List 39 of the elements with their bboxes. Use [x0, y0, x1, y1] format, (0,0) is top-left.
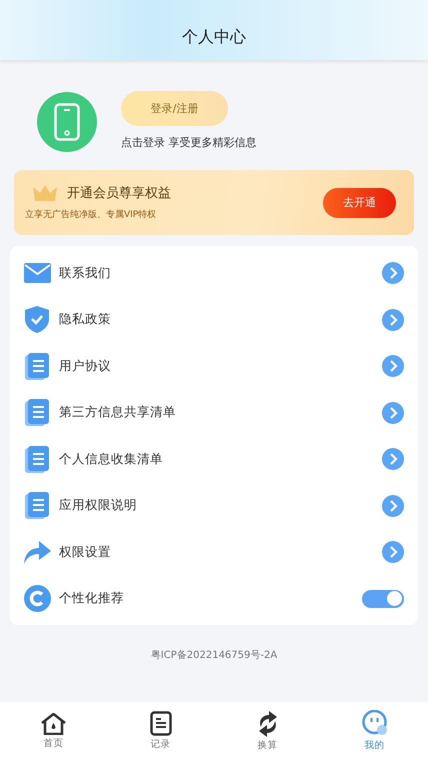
home-icon: [41, 712, 66, 734]
menu-item-label[interactable]: 应用权限说明: [59, 497, 382, 514]
envelope-icon: [24, 263, 50, 284]
chevron-icon[interactable]: [382, 494, 404, 517]
menu-item-label[interactable]: 联系我们: [59, 264, 382, 282]
menu-item-label[interactable]: 个人信息收集清单: [59, 450, 382, 468]
chevron-icon[interactable]: [382, 262, 404, 284]
toggle-switch[interactable]: [362, 590, 404, 608]
exchange-arrows-icon: [256, 710, 278, 736]
icp-license: 粤ICP备2022146759号-2A: [150, 649, 278, 662]
document-icon: [150, 711, 172, 736]
chevron-icon[interactable]: [382, 541, 404, 564]
tab[interactable]: 首页: [0, 702, 107, 760]
document-icon: [25, 399, 49, 426]
chevron-icon[interactable]: [382, 448, 404, 470]
menu-item-label[interactable]: 用户协议: [59, 358, 382, 375]
menu-item-label[interactable]: 第三方信息共享清单: [59, 404, 382, 422]
curved-arrow-icon: [24, 540, 50, 564]
chevron-icon[interactable]: [382, 355, 404, 378]
vip-subtitle: 立享无广告纯净版、专属VIP特权: [25, 208, 158, 221]
shield-icon: [25, 306, 49, 334]
crown-icon: [33, 185, 57, 201]
page-title: 个人中心: [182, 27, 246, 48]
document-icon: [25, 446, 49, 473]
chevron-icon[interactable]: [382, 308, 404, 331]
chevron-icon[interactable]: [382, 402, 404, 424]
activate-button[interactable]: 去开通: [323, 188, 396, 218]
document-icon: [25, 352, 49, 380]
login-button[interactable]: 登录/注册: [121, 90, 228, 126]
vip-title: 开通会员尊享权益: [67, 185, 171, 202]
face-icon: [361, 710, 388, 737]
login-hint: 点击登录 享受更多精彩信息: [121, 134, 256, 150]
refresh-icon: [24, 585, 50, 612]
menu-item-label[interactable]: 个性化推荐: [59, 590, 362, 608]
tab[interactable]: 换算: [214, 702, 321, 760]
menu-item-label[interactable]: 权限设置: [59, 544, 382, 561]
menu-item-label[interactable]: 隐私政策: [59, 311, 382, 328]
document-icon: [25, 492, 49, 520]
tab[interactable]: 记录: [107, 702, 214, 760]
